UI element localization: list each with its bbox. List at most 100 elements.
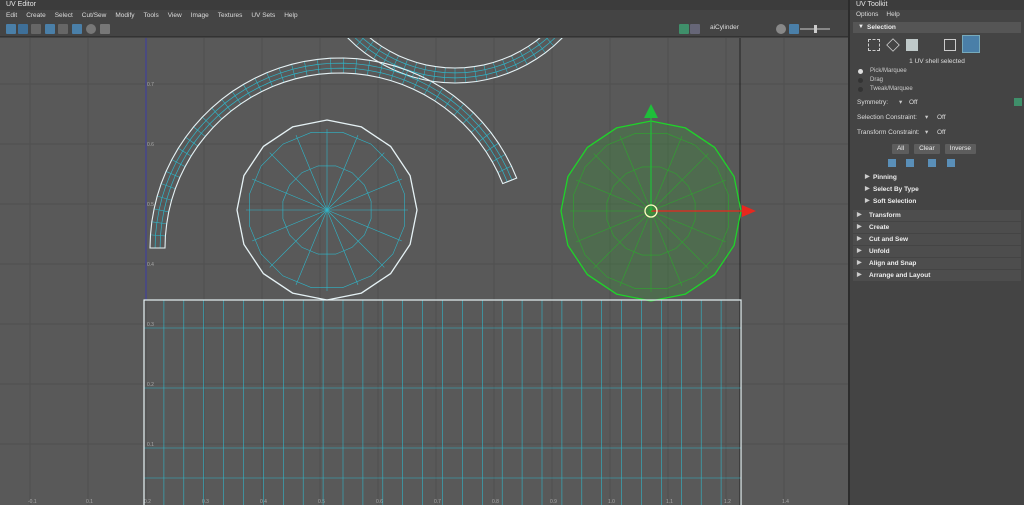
subsection-label: Select By Type [873,186,919,193]
selection-buttons: All Clear Inverse [844,144,1024,154]
selection-section-header[interactable]: ▼ Selection [853,22,1021,33]
uv-shell-top-arc[interactable] [328,38,581,84]
exposure-icon[interactable] [776,24,786,34]
u-tick-label: 1.1 [666,499,673,505]
uv-edge [154,208,169,213]
menu-cut-sew[interactable]: Cut/Sew [82,12,107,19]
inverse-selection-button[interactable]: Inverse [944,144,977,154]
selection-type-icons [850,35,1024,55]
snapshot-icon[interactable] [100,24,110,34]
soft-selection-subsection[interactable]: ▶ Soft Selection [853,196,1021,207]
symmetry-value[interactable]: Off [909,96,918,109]
expand-right-icon: ▶ [865,174,870,180]
pinning-subsection[interactable]: ▶ Pinning [853,172,1021,183]
manip-x-arrow-icon[interactable] [742,205,756,217]
section-unfold[interactable]: ▶ Unfold [853,246,1021,257]
u-tick-label: 0.8 [492,499,499,505]
clear-selection-button[interactable]: Clear [914,144,940,154]
u-tick-label: 0.3 [202,499,209,505]
section-cut-and-sew[interactable]: ▶ Cut and Sew [853,234,1021,245]
section-create[interactable]: ▶ Create [853,222,1021,233]
transform-constraint-value[interactable]: Off [937,126,946,139]
uv-edge [367,60,371,76]
grid-toggle-icon[interactable] [6,24,16,34]
uv-shell-icon[interactable] [944,39,956,51]
section-arrange-and-layout[interactable]: ▶ Arrange and Layout [853,270,1021,281]
mode-label: Drag [870,77,884,83]
symmetry-pin-icon[interactable] [1014,98,1022,106]
uv-shell-border [149,57,518,249]
distortion-icon[interactable] [58,24,68,34]
grow-selection-icon[interactable] [888,159,896,167]
edge-component-icon[interactable] [886,38,900,52]
v-tick-label: 0.5 [147,202,154,208]
uv-edge [478,132,492,142]
uv-viewport[interactable]: 0.70.60.50.40.30.20.1-0.10.10.20.30.40.5… [0,38,848,505]
select-shell-border-icon[interactable] [947,159,955,167]
menu-modify[interactable]: Modify [115,12,134,19]
section-transform[interactable]: ▶ Transform [853,210,1021,221]
transform-constraint-row: Transform Constraint: ▾ Off [853,126,1021,139]
select-border-icon[interactable] [928,159,936,167]
uv-canvas[interactable]: 0.70.60.50.40.30.20.1-0.10.10.20.30.40.5… [0,38,848,505]
menu-image[interactable]: Image [191,12,209,19]
v-tick-label: 0.3 [147,322,154,328]
manip-y-arrow-icon[interactable] [644,104,658,118]
section-label: Transform [869,212,901,219]
shell-select-icon[interactable] [962,35,980,53]
shrink-selection-icon[interactable] [906,159,914,167]
dropdown-arrow-icon[interactable]: ▾ [925,126,928,139]
dropdown-arrow-icon[interactable]: ▾ [925,111,928,124]
uv-component-icon[interactable] [868,39,880,51]
editor-title: UV Editor [0,0,848,10]
dropdown-arrow-icon[interactable]: ▾ [899,96,902,109]
uv-edge [502,59,508,74]
select-by-type-subsection[interactable]: ▶ Select By Type [853,184,1021,195]
uv-edge [330,58,332,74]
uv-shell-left-disc[interactable] [236,119,418,301]
toolkit-menu-options[interactable]: Options [856,10,878,20]
section-label: Arrange and Layout [869,272,931,279]
menu-create[interactable]: Create [26,12,46,19]
uv-shell-middle-arc[interactable] [149,57,518,249]
object-name-field[interactable]: aiCylinder [710,24,739,31]
mode-pick-marquee[interactable]: Pick/Marquee [850,67,1024,76]
menu-view[interactable]: View [168,12,182,19]
v-tick-label: 0.4 [147,262,154,268]
menu-tools[interactable]: Tools [144,12,159,19]
uv-edge [278,67,285,83]
menu-help[interactable]: Help [284,12,297,19]
checker-icon[interactable] [72,24,82,34]
color-management-icon[interactable] [789,24,799,34]
uv-display-icon[interactable] [18,24,28,34]
uv-edge [511,55,518,70]
mode-drag[interactable]: Drag [850,76,1024,85]
uv-edge [231,91,241,105]
menu-select[interactable]: Select [55,12,73,19]
transform-constraint-label: Transform Constraint: [857,129,920,136]
uv-edge [151,221,167,225]
uv-shell-side-strip[interactable] [143,299,742,505]
toolkit-menu-help[interactable]: Help [886,10,899,20]
exposure-slider-handle[interactable] [814,25,817,33]
selection-constraint-value[interactable]: Off [937,111,946,124]
radio-dot-icon [858,78,863,83]
toolkit-menubar: Options Help [850,10,1024,20]
dim-image-icon[interactable] [690,24,700,34]
uv-edge [154,62,513,249]
section-align-and-snap[interactable]: ▶ Align and Snap [853,258,1021,269]
texture-border-icon[interactable] [45,24,55,34]
mode-tweak-marquee[interactable]: Tweak/Marquee [850,85,1024,94]
select-all-button[interactable]: All [891,144,910,154]
menu-uv-sets[interactable]: UV Sets [251,12,275,19]
face-component-icon[interactable] [906,39,918,51]
shaded-icon[interactable] [31,24,41,34]
mode-label: Tweak/Marquee [870,86,913,92]
uv-edge [356,38,364,47]
isolate-icon[interactable] [86,24,96,34]
image-icon[interactable] [679,24,689,34]
menu-edit[interactable]: Edit [6,12,17,19]
uv-edge [159,67,508,249]
uv-edge [444,95,454,108]
menu-textures[interactable]: Textures [218,12,243,19]
